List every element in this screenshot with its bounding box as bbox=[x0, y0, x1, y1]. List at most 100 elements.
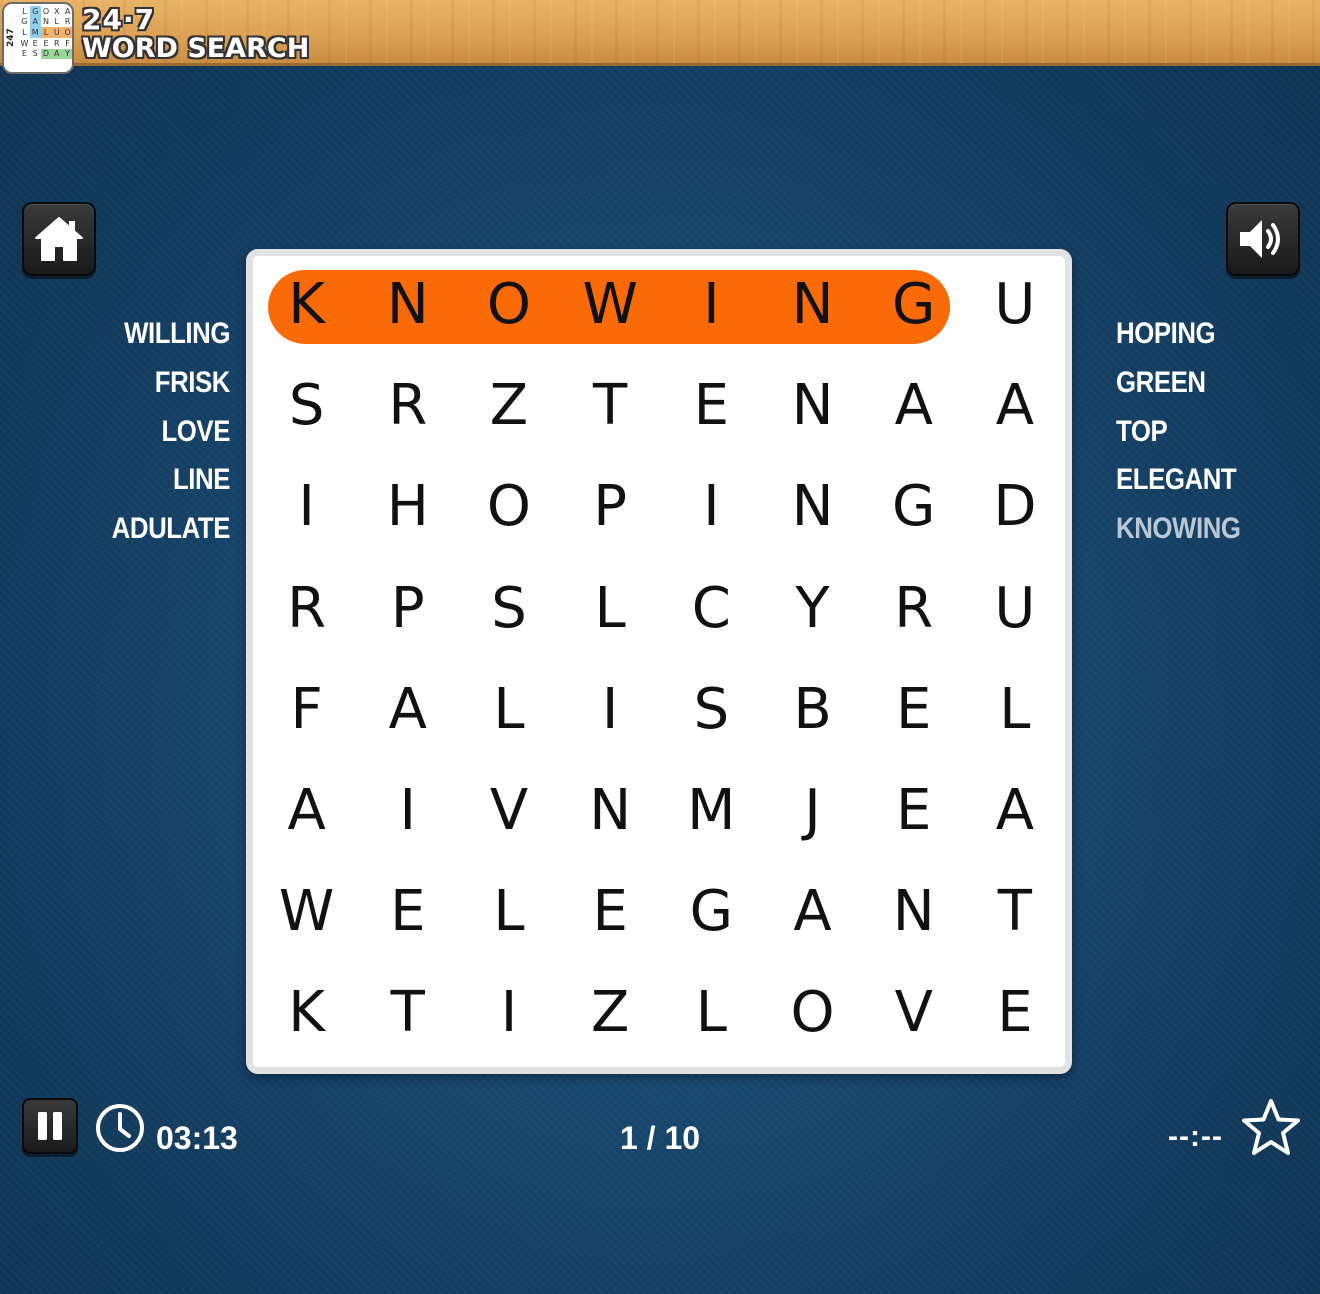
grid-cell-r6-c1[interactable]: E bbox=[357, 863, 458, 964]
grid-cell-r4-c0[interactable]: F bbox=[256, 661, 357, 762]
grid-cell-r7-c1[interactable]: T bbox=[357, 964, 458, 1065]
word-hoping: HOPING bbox=[1116, 317, 1216, 350]
grid-cell-r5-c3[interactable]: N bbox=[560, 762, 661, 863]
logo-letter: L bbox=[22, 28, 27, 38]
grid-cell-r4-c2[interactable]: L bbox=[458, 661, 559, 762]
grid-cell-r5-c0[interactable]: A bbox=[256, 762, 357, 863]
word-frisk: FRISK bbox=[154, 365, 231, 399]
grid-cell-r0-c4[interactable]: I bbox=[661, 256, 762, 357]
grid-cell-r2-c6[interactable]: G bbox=[863, 458, 964, 559]
grid-cell-r3-c3[interactable]: L bbox=[560, 560, 661, 661]
pause-icon bbox=[38, 1112, 62, 1140]
grid-cell-r6-c5[interactable]: A bbox=[762, 863, 863, 964]
grid-cell-r7-c6[interactable]: V bbox=[863, 964, 964, 1065]
grid-cell-r3-c7[interactable]: U bbox=[964, 560, 1065, 661]
grid-cell-r3-c1[interactable]: P bbox=[357, 560, 458, 661]
brand-line-2: WORD SEARCH bbox=[82, 33, 310, 64]
logo-letter: O bbox=[62, 27, 72, 38]
grid-cell-r4-c1[interactable]: A bbox=[357, 661, 458, 762]
logo-letter: R bbox=[54, 38, 60, 48]
grid-cell-r2-c7[interactable]: D bbox=[964, 458, 1065, 559]
grid-cell-r5-c1[interactable]: I bbox=[357, 762, 458, 863]
grid-cell-r0-c6[interactable]: G bbox=[863, 256, 964, 357]
clock-icon bbox=[96, 1104, 144, 1152]
letter-grid[interactable]: KNOWINGUSRZTENAAIHOPINGDRPSLCYRUFALISBEL… bbox=[256, 256, 1066, 1066]
grid-cell-r6-c0[interactable]: W bbox=[256, 863, 357, 964]
grid-cell-r1-c6[interactable]: A bbox=[863, 357, 964, 458]
home-button[interactable] bbox=[22, 202, 96, 276]
grid-cell-r6-c4[interactable]: G bbox=[661, 863, 762, 964]
grid-cell-r3-c0[interactable]: R bbox=[256, 560, 357, 661]
grid-cell-r7-c2[interactable]: I bbox=[458, 964, 559, 1065]
grid-cell-r1-c1[interactable]: R bbox=[357, 357, 458, 458]
logo-letter: N bbox=[43, 17, 49, 27]
grid-cell-r5-c2[interactable]: V bbox=[458, 762, 559, 863]
grid-cell-r7-c0[interactable]: K bbox=[256, 964, 357, 1065]
logo-letter: A bbox=[29, 16, 41, 28]
grid-cell-r6-c3[interactable]: E bbox=[560, 863, 661, 964]
logo-letter: G bbox=[29, 6, 41, 17]
logo-letter: A bbox=[51, 48, 63, 60]
grid-cell-r4-c4[interactable]: S bbox=[661, 661, 762, 762]
word-willing: WILLING bbox=[124, 317, 230, 350]
grid-cell-r1-c4[interactable]: E bbox=[661, 357, 762, 458]
grid-cell-r7-c4[interactable]: L bbox=[661, 964, 762, 1065]
grid-cell-r0-c7[interactable]: U bbox=[964, 256, 1065, 357]
logo-letter: Y bbox=[62, 48, 72, 60]
pause-button[interactable] bbox=[22, 1098, 78, 1154]
grid-cell-r7-c5[interactable]: O bbox=[762, 964, 863, 1065]
grid-cell-r2-c0[interactable]: I bbox=[256, 458, 357, 559]
grid-cell-r1-c3[interactable]: T bbox=[560, 357, 661, 458]
best-time-display: --:-- bbox=[1168, 1120, 1223, 1153]
grid-cell-r3-c2[interactable]: S bbox=[458, 560, 559, 661]
grid-cell-r6-c6[interactable]: N bbox=[863, 863, 964, 964]
logo-letter: L bbox=[40, 27, 52, 38]
grid-cell-r0-c5[interactable]: N bbox=[762, 256, 863, 357]
grid-cell-r2-c5[interactable]: N bbox=[762, 458, 863, 559]
star-icon[interactable] bbox=[1240, 1098, 1302, 1158]
grid-cell-r2-c3[interactable]: P bbox=[560, 458, 661, 559]
grid-cell-r0-c3[interactable]: W bbox=[560, 256, 661, 357]
sound-toggle-button[interactable] bbox=[1226, 202, 1300, 276]
grid-cell-r1-c5[interactable]: N bbox=[762, 357, 863, 458]
logo-letter: X bbox=[54, 6, 60, 16]
grid-cell-r6-c7[interactable]: T bbox=[964, 863, 1065, 964]
grid-cell-r4-c6[interactable]: E bbox=[863, 661, 964, 762]
grid-cell-r0-c1[interactable]: N bbox=[357, 256, 458, 357]
timer-display: 03:13 bbox=[156, 1120, 238, 1156]
grid-cell-r3-c5[interactable]: Y bbox=[762, 560, 863, 661]
grid-cell-r4-c7[interactable]: L bbox=[964, 661, 1065, 762]
grid-cell-r0-c2[interactable]: O bbox=[458, 256, 559, 357]
home-icon bbox=[35, 217, 83, 261]
grid-cell-r1-c7[interactable]: A bbox=[964, 357, 1065, 458]
grid-cell-r3-c4[interactable]: C bbox=[661, 560, 762, 661]
grid-cell-r0-c0[interactable]: K bbox=[256, 256, 357, 357]
grid-cell-r6-c2[interactable]: L bbox=[458, 863, 559, 964]
logo-letter: O bbox=[42, 6, 50, 16]
logo-letter: D bbox=[40, 48, 52, 60]
logo-letter: S bbox=[32, 49, 38, 59]
grid-cell-r5-c7[interactable]: A bbox=[964, 762, 1065, 863]
grid-cell-r5-c4[interactable]: M bbox=[661, 762, 762, 863]
app-title[interactable]: 24·7 WORD SEARCH bbox=[82, 6, 310, 64]
app-logo[interactable]: 247 LGOXAGANLRLMLUOWEERFESDAY bbox=[2, 2, 74, 74]
grid-cell-r7-c3[interactable]: Z bbox=[560, 964, 661, 1065]
grid-cell-r3-c6[interactable]: R bbox=[863, 560, 964, 661]
grid-cell-r1-c0[interactable]: S bbox=[256, 357, 357, 458]
grid-cell-r4-c5[interactable]: B bbox=[762, 661, 863, 762]
grid-cell-r2-c4[interactable]: I bbox=[661, 458, 762, 559]
grid-cell-r7-c7[interactable]: E bbox=[964, 964, 1065, 1065]
logo-letter: A bbox=[64, 6, 71, 16]
logo-letter-grid: LGOXAGANLRLMLUOWEERFESDAY bbox=[19, 6, 72, 70]
logo-letter: G bbox=[21, 17, 28, 27]
grid-cell-r5-c5[interactable]: J bbox=[762, 762, 863, 863]
grid-cell-r4-c3[interactable]: I bbox=[560, 661, 661, 762]
logo-letter: U bbox=[51, 27, 63, 38]
grid-cell-r2-c1[interactable]: H bbox=[357, 458, 458, 559]
grid-cell-r5-c6[interactable]: E bbox=[863, 762, 964, 863]
logo-letter: E bbox=[43, 38, 49, 48]
grid-cell-r2-c2[interactable]: O bbox=[458, 458, 559, 559]
logo-letter: L bbox=[22, 6, 27, 16]
word-elegant: ELEGANT bbox=[1116, 463, 1237, 497]
grid-cell-r1-c2[interactable]: Z bbox=[458, 357, 559, 458]
